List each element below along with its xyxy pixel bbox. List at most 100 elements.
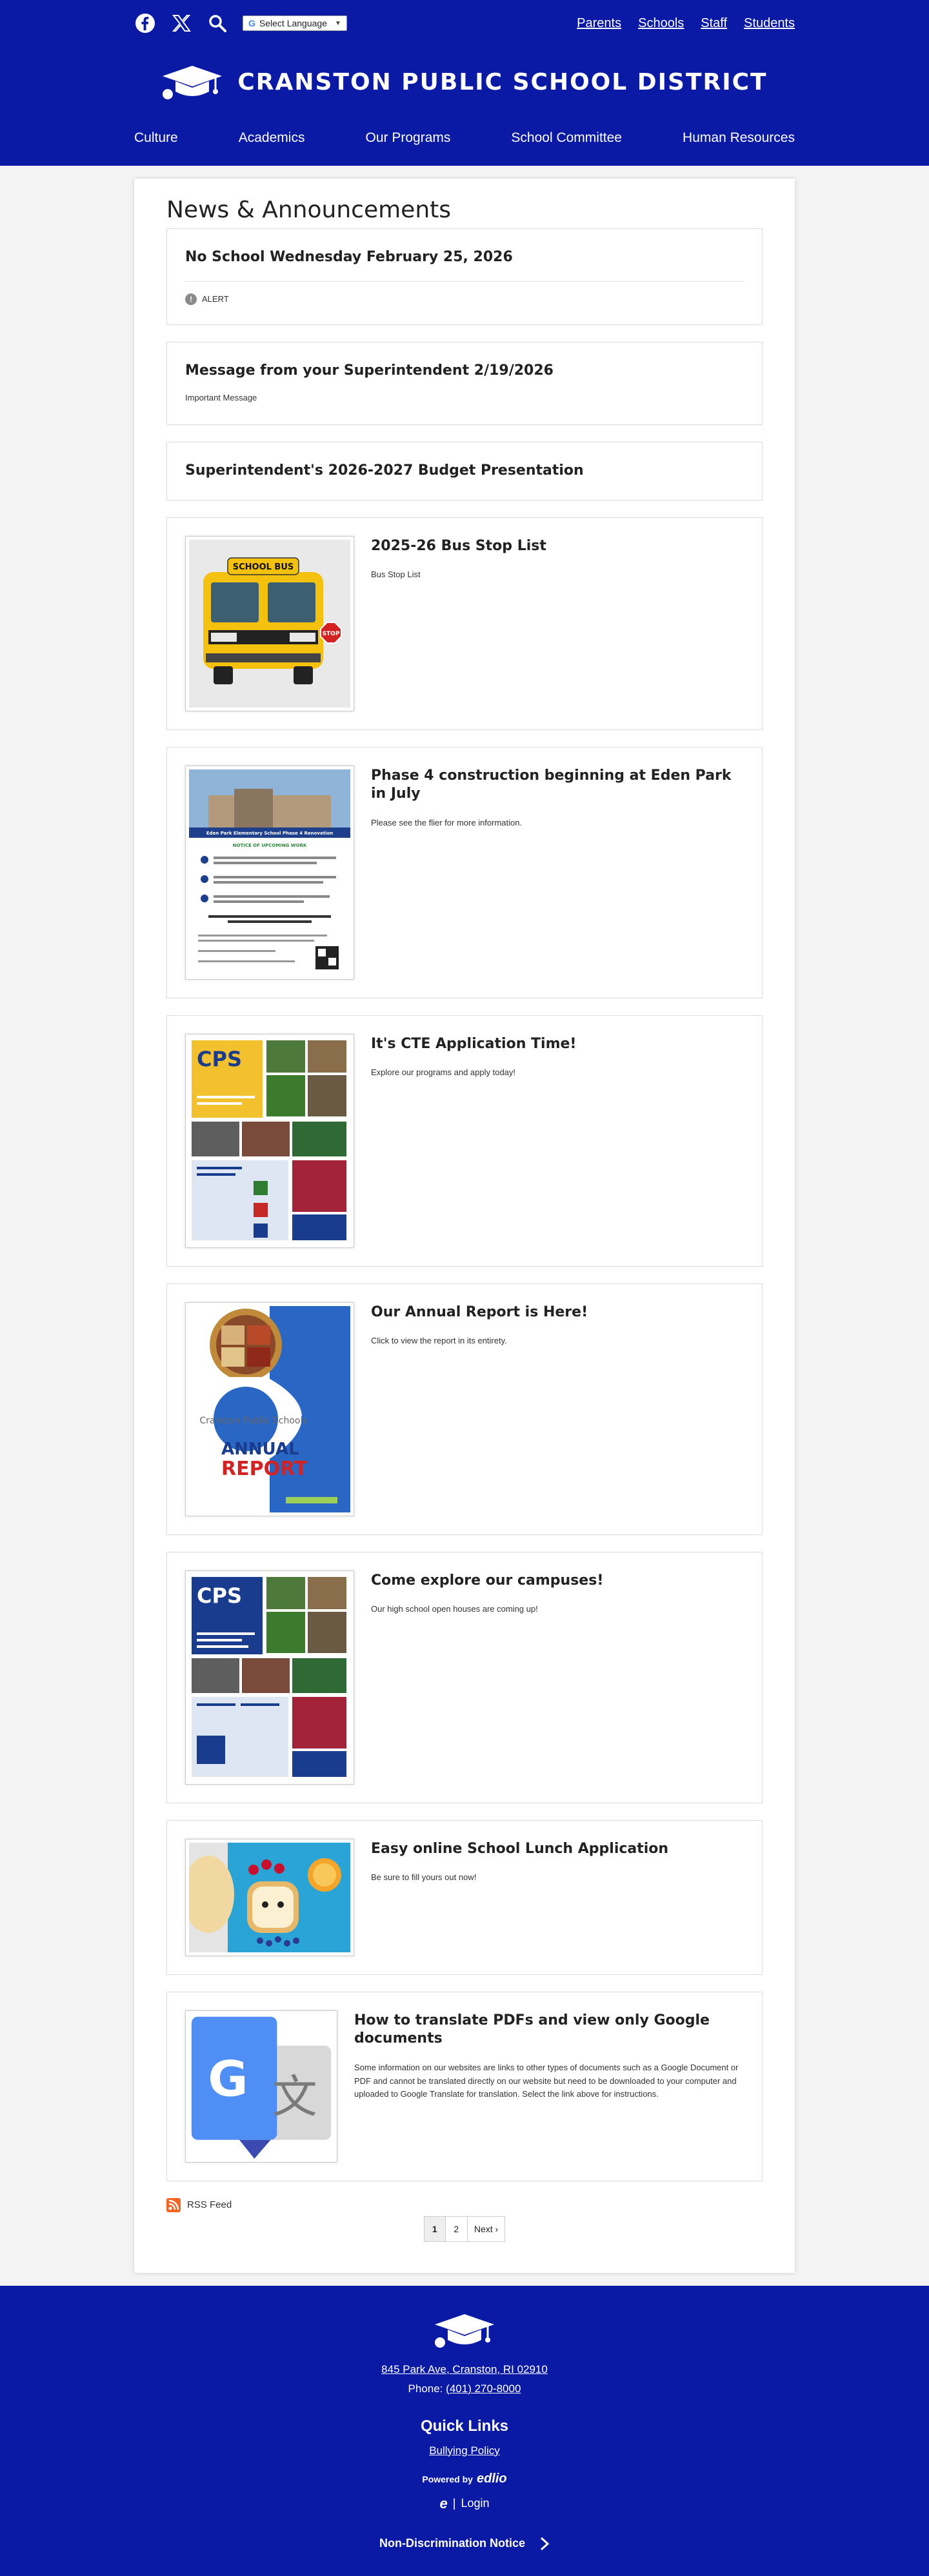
alert-tag: ! ALERT xyxy=(185,293,744,305)
news-title[interactable]: 2025-26 Bus Stop List xyxy=(371,537,546,556)
utility-bar: G Select Language ▼ Parents Schools Staf… xyxy=(134,12,795,35)
login-separator: | xyxy=(452,2497,456,2510)
news-title[interactable]: How to translate PDFs and view only Goog… xyxy=(354,2012,744,2048)
toplink-staff[interactable]: Staff xyxy=(701,16,727,31)
facebook-icon[interactable] xyxy=(134,12,156,34)
district-logo[interactable]: CRANSTON PUBLIC SCHOOL DISTRICT xyxy=(0,63,929,101)
news-item-bus-stop-list: SCHOOL BUS STOP 2025-26 Bus Stop List Bu… xyxy=(166,517,763,730)
non-discrimination-label: Non-Discrimination Notice xyxy=(379,2537,526,2550)
bus-label: SCHOOL BUS xyxy=(233,562,294,572)
audience-links: Parents Schools Staff Students xyxy=(577,16,795,31)
nav-academics[interactable]: Academics xyxy=(239,130,305,146)
annual-report-cover-image: Cranston Public Schools ANNUAL REPORT xyxy=(189,1305,350,1512)
news-thumbnail[interactable]: CPS xyxy=(185,1570,354,1785)
news-summary: Please see the flier for more informatio… xyxy=(371,817,523,827)
news-summary: Click to view the report in its entirety… xyxy=(371,1336,507,1346)
news-item-cte-application: CPS It's CTE Application Time! Explore o… xyxy=(166,1015,763,1267)
news-thumbnail[interactable]: G 文 xyxy=(185,2010,337,2163)
news-thumbnail[interactable]: Cranston Public Schools ANNUAL REPORT xyxy=(185,1302,354,1516)
flier-heading: Eden Park Elementary School Phase 4 Reno… xyxy=(206,831,334,836)
news-title[interactable]: It's CTE Application Time! xyxy=(371,1035,576,1054)
page-2-button[interactable]: 2 xyxy=(445,2215,468,2242)
news-title[interactable]: No School Wednesday February 25, 2026 xyxy=(185,248,744,267)
rss-feed-link[interactable]: RSS Feed xyxy=(166,2197,763,2212)
report-district: Cranston Public Schools xyxy=(199,1416,307,1426)
toplink-students[interactable]: Students xyxy=(744,16,795,31)
news-item-superintendent-message: Message from your Superintendent 2/19/20… xyxy=(166,341,763,425)
news-title[interactable]: Superintendent's 2026-2027 Budget Presen… xyxy=(185,462,744,481)
site-footer: 845 Park Ave, Cranston, RI 02910 Phone: … xyxy=(0,2285,929,2576)
news-item-translate-pdfs: G 文 How to translate PDFs and view only … xyxy=(166,1991,763,2181)
news-body: It's CTE Application Time! Explore our p… xyxy=(371,1034,576,1248)
cps-logo-text: CPS xyxy=(197,1583,242,1608)
report-word-annual: ANNUAL xyxy=(221,1440,299,1459)
news-thumbnail[interactable]: Eden Park Elementary School Phase 4 Reno… xyxy=(185,765,354,980)
edlio-logo: edlio xyxy=(476,2471,507,2486)
report-word-report: REPORT xyxy=(221,1458,308,1480)
news-title[interactable]: Come explore our campuses! xyxy=(371,1572,603,1590)
powered-by-label: Powered by xyxy=(422,2473,473,2484)
alert-icon: ! xyxy=(185,293,197,305)
eden-park-flier-image: Eden Park Elementary School Phase 4 Reno… xyxy=(189,769,350,976)
open-house-flier-image: CPS xyxy=(189,1574,350,1781)
toplink-parents[interactable]: Parents xyxy=(577,16,621,31)
rss-feed-label: RSS Feed xyxy=(187,2199,232,2211)
powered-by-edlio[interactable]: Powered by edlio xyxy=(0,2472,929,2486)
pagination: 1 2 Next › xyxy=(166,2215,763,2242)
graduation-cap-icon xyxy=(435,2313,494,2348)
news-thumbnail[interactable]: CPS xyxy=(185,1033,354,1248)
news-body: How to translate PDFs and view only Goog… xyxy=(354,2010,744,2163)
language-select-label: Select Language xyxy=(259,18,327,28)
x-twitter-icon[interactable] xyxy=(170,12,192,34)
bullying-policy-link[interactable]: Bullying Policy xyxy=(429,2444,500,2457)
nav-school-committee[interactable]: School Committee xyxy=(511,130,622,146)
phone-line: Phone: (401) 270-8000 xyxy=(0,2383,929,2395)
cps-logo-text: CPS xyxy=(197,1047,242,1071)
news-item-no-school: No School Wednesday February 25, 2026 ! … xyxy=(166,228,763,325)
news-summary: Some information on our websites are lin… xyxy=(354,2062,739,2099)
chevron-right-icon xyxy=(541,2537,550,2550)
login-label: Login xyxy=(461,2497,490,2510)
news-body: Our Annual Report is Here! Click to view… xyxy=(371,1302,588,1516)
google-translate-icon: G xyxy=(248,18,255,28)
chevron-down-icon: ▼ xyxy=(334,19,341,27)
news-body: Easy online School Lunch Application Be … xyxy=(371,1839,668,1956)
news-title[interactable]: Phase 4 construction beginning at Eden P… xyxy=(371,767,744,804)
news-item-lunch-application: Easy online School Lunch Application Be … xyxy=(166,1819,763,1975)
school-lunch-image xyxy=(189,1842,350,1952)
toplink-schools[interactable]: Schools xyxy=(638,16,684,31)
news-title[interactable]: Our Annual Report is Here! xyxy=(371,1303,588,1322)
login-link[interactable]: e | Login xyxy=(0,2495,929,2512)
utility-icons: G Select Language ▼ xyxy=(134,12,347,34)
page-title: News & Announcements xyxy=(166,197,451,223)
nav-human-resources[interactable]: Human Resources xyxy=(683,130,795,146)
news-thumbnail[interactable] xyxy=(185,1838,354,1956)
news-summary: Explore our programs and apply today! xyxy=(371,1067,516,1078)
news-title[interactable]: Message from your Superintendent 2/19/20… xyxy=(185,362,744,381)
graduation-cap-icon xyxy=(163,66,223,99)
svg-text:G: G xyxy=(208,2050,248,2107)
news-title[interactable]: Easy online School Lunch Application xyxy=(371,1840,668,1859)
school-bus-image: SCHOOL BUS STOP xyxy=(189,539,350,708)
rss-icon xyxy=(166,2197,181,2212)
district-name: CRANSTON PUBLIC SCHOOL DISTRICT xyxy=(237,68,768,95)
nav-our-programs[interactable]: Our Programs xyxy=(366,130,451,146)
phone-label: Phone: xyxy=(408,2382,443,2395)
edlio-icon: e xyxy=(439,2495,448,2512)
next-page-button[interactable]: Next › xyxy=(467,2215,506,2242)
news-summary: Be sure to fill yours out now! xyxy=(371,1872,477,1883)
site-header: G Select Language ▼ Parents Schools Staf… xyxy=(0,0,929,166)
address-link[interactable]: 845 Park Ave, Cranston, RI 02910 xyxy=(381,2363,548,2376)
cte-flier-image: CPS xyxy=(189,1037,350,1244)
quick-links-heading: Quick Links xyxy=(420,2417,509,2435)
language-select[interactable]: G Select Language ▼ xyxy=(243,15,347,31)
phone-link[interactable]: (401) 270-8000 xyxy=(446,2383,521,2395)
page-1-button[interactable]: 1 xyxy=(423,2215,446,2242)
news-item-budget-presentation: Superintendent's 2026-2027 Budget Presen… xyxy=(166,441,763,500)
search-icon[interactable] xyxy=(206,12,228,34)
news-thumbnail[interactable]: SCHOOL BUS STOP xyxy=(185,535,354,711)
non-discrimination-link[interactable]: Non-Discrimination Notice xyxy=(0,2537,929,2551)
alert-label: ALERT xyxy=(202,294,229,304)
google-translate-logo-image: G 文 xyxy=(189,2014,334,2159)
nav-culture[interactable]: Culture xyxy=(134,130,178,146)
